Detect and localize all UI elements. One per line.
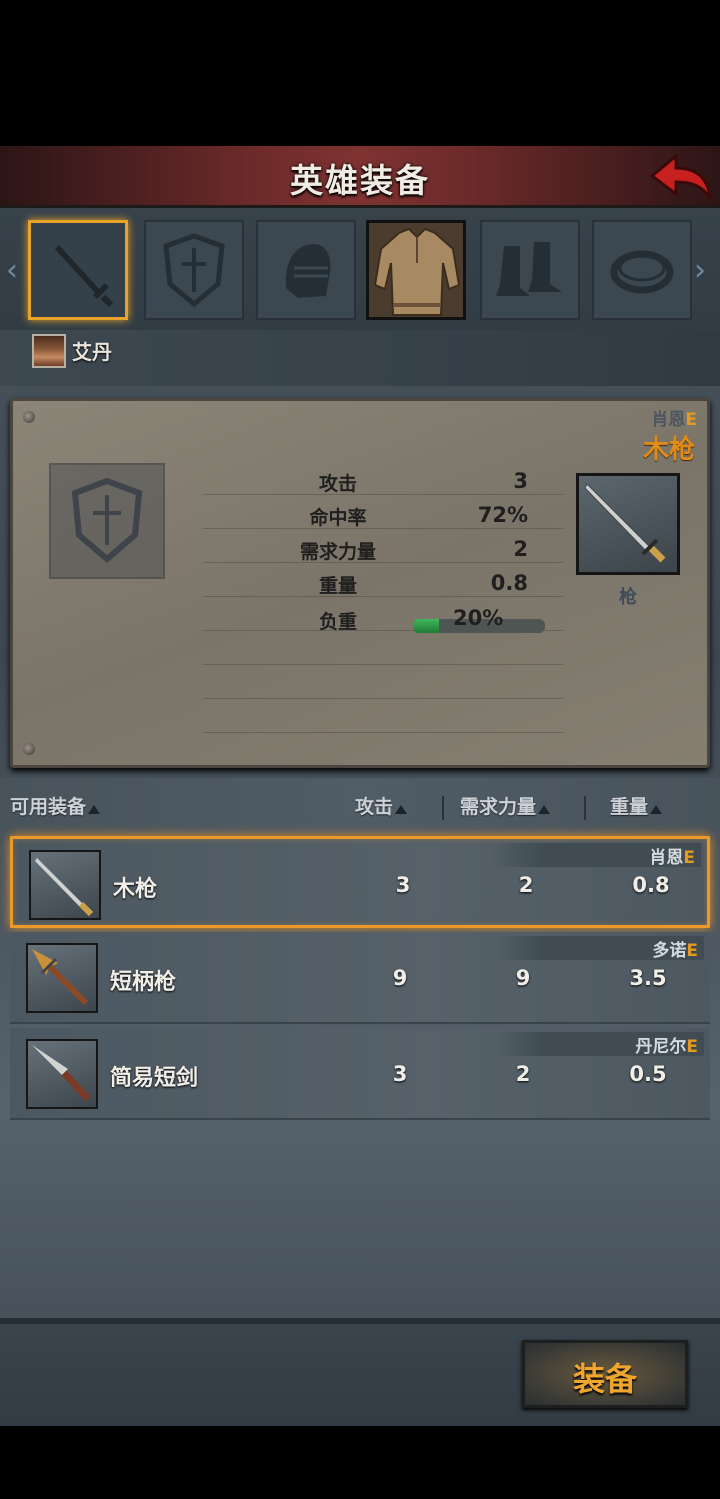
stat-value-strength: 2: [513, 537, 528, 561]
hero-name: 艾丹: [72, 340, 112, 364]
sort-triangle-icon: [88, 805, 101, 814]
ring-icon: [610, 250, 674, 294]
grade-badge: E: [683, 848, 695, 868]
slot-ring[interactable]: [592, 220, 692, 320]
rivet-icon: [23, 411, 35, 423]
sword-icon: [55, 245, 114, 308]
item-type: 枪: [619, 587, 637, 608]
back-arrow-icon: [649, 152, 712, 199]
column-header-strength[interactable]: 需求力量: [460, 792, 551, 819]
shield-icon: [163, 233, 225, 308]
row-item-image: [26, 943, 98, 1013]
column-label: 需求力量: [460, 796, 537, 818]
owner-name: 多诺: [652, 941, 687, 961]
table-row[interactable]: 丹尼尔E 简易短剑 3 2 0.5: [10, 1028, 710, 1120]
row-strength: 2: [518, 873, 534, 897]
item-owner: 肖恩E: [651, 405, 697, 430]
spear-icon: [35, 858, 94, 917]
stat-label-accuracy: 命中率: [309, 507, 367, 529]
row-item-image: [29, 850, 101, 920]
chevron-left-icon[interactable]: ‹: [6, 253, 18, 288]
rivet-icon: [23, 743, 35, 755]
row-owner: 肖恩E: [649, 843, 695, 868]
stat-label-attack: 攻击: [318, 473, 357, 495]
load-progress-fill: [413, 619, 440, 633]
row-attack: 9: [392, 966, 408, 990]
header: 英雄装备: [0, 146, 720, 208]
stat-value-weight: 0.8: [490, 571, 528, 595]
avatar[interactable]: [32, 334, 66, 368]
hero-equipment-screen: 英雄装备 ‹ › 艾丹 肖恩E 木枪 攻击 3 命中率 72% 需求力量 2 重…: [0, 146, 720, 1426]
stat-label-weight: 重量: [318, 575, 357, 597]
table-row[interactable]: 多诺E 短柄枪 9 9 3.5: [10, 932, 710, 1024]
stat-value-accuracy: 72%: [477, 503, 528, 527]
column-header-equipment[interactable]: 可用装备: [10, 792, 101, 819]
spear-icon: [584, 483, 666, 563]
owner-name: 丹尼尔: [635, 1037, 687, 1057]
column-label: 攻击: [355, 796, 394, 818]
short-spear-icon: [32, 949, 89, 1006]
hero-row: 艾丹: [0, 330, 720, 386]
equipment-slots-bar: ‹ › 艾丹: [0, 208, 720, 386]
shield-icon: [71, 477, 143, 563]
column-header-weight[interactable]: 重量: [610, 792, 663, 819]
grade-badge: E: [685, 410, 697, 430]
table-header: 可用装备 攻击 需求力量 重量: [0, 778, 720, 834]
chevron-right-icon[interactable]: ›: [694, 253, 706, 288]
slot-boots[interactable]: [480, 220, 580, 320]
row-owner: 丹尼尔E: [635, 1032, 698, 1057]
tunic-icon: [373, 227, 461, 316]
stat-label-load: 负重: [318, 611, 357, 633]
slot-shield[interactable]: [144, 220, 244, 320]
grade-badge: E: [686, 941, 698, 961]
row-weight: 3.5: [629, 966, 667, 990]
back-button[interactable]: [646, 150, 716, 204]
row-item-name: 短柄枪: [110, 970, 177, 995]
row-attack: 3: [392, 1062, 408, 1086]
sort-triangle-icon: [395, 805, 408, 814]
navigation-bar-area: [0, 1426, 720, 1499]
stat-label-strength: 需求力量: [299, 541, 376, 563]
item-name: 木枪: [642, 435, 695, 465]
owner-name: 肖恩: [651, 410, 686, 430]
column-label: 重量: [610, 796, 649, 818]
column-divider: [584, 796, 586, 820]
row-item-image: [26, 1039, 98, 1109]
row-item-name: 木枪: [113, 877, 158, 902]
owner-name: 肖恩: [649, 848, 684, 868]
item-detail-card: 肖恩E 木枪 攻击 3 命中率 72% 需求力量 2 重量 0.8 负重 20%…: [10, 398, 710, 768]
row-weight: 0.5: [629, 1062, 667, 1086]
row-attack: 3: [395, 873, 411, 897]
short-sword-icon: [32, 1045, 91, 1102]
compare-slot: [49, 463, 165, 579]
equip-button-label: 装备: [572, 1360, 637, 1398]
column-label: 可用装备: [10, 796, 87, 818]
stat-value-attack: 3: [513, 469, 528, 493]
boots-icon: [496, 242, 562, 296]
table-row[interactable]: 肖恩E 木枪 3 2 0.8: [10, 836, 710, 928]
item-image: [576, 473, 680, 575]
sort-triangle-icon: [650, 805, 663, 814]
slot-armor[interactable]: [366, 220, 466, 320]
column-header-attack[interactable]: 攻击: [355, 792, 408, 819]
status-bar-area: [0, 0, 720, 146]
row-owner: 多诺E: [652, 936, 698, 961]
page-title: 英雄装备: [290, 161, 430, 200]
slot-weapon[interactable]: [28, 220, 128, 320]
helmet-icon: [285, 244, 331, 298]
row-strength: 2: [515, 1062, 531, 1086]
row-weight: 0.8: [632, 873, 670, 897]
equip-button[interactable]: 装备: [522, 1340, 688, 1408]
load-percent: 20%: [453, 606, 504, 630]
column-divider: [442, 796, 444, 820]
sort-triangle-icon: [538, 805, 551, 814]
grade-badge: E: [686, 1037, 698, 1057]
slot-helmet[interactable]: [256, 220, 356, 320]
row-strength: 9: [515, 966, 531, 990]
row-item-name: 简易短剑: [110, 1066, 199, 1091]
